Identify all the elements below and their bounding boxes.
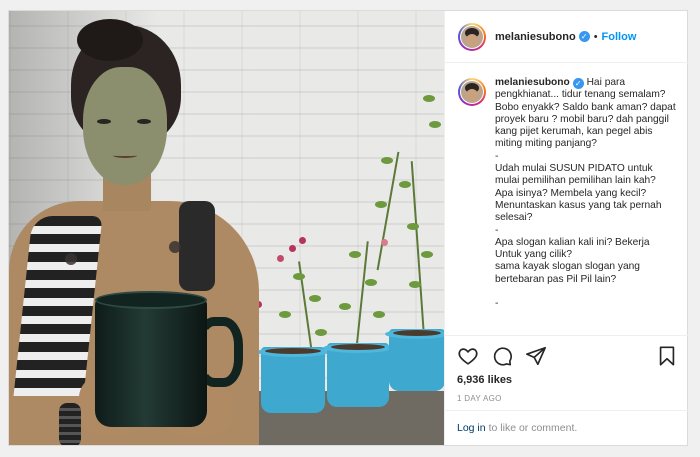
caption-line: kang pijet kerumah, kan pegel abis	[495, 126, 653, 138]
post-header: melaniesubono ✓ • Follow	[445, 11, 688, 63]
instagram-post-embed: melaniesubono ✓ • Follow melaniesubono ✓ …	[8, 10, 688, 446]
heart-icon[interactable]	[457, 345, 479, 367]
caption-line	[495, 286, 676, 298]
caption-avatar[interactable]	[458, 78, 486, 106]
follow-button[interactable]: Follow	[602, 31, 637, 43]
caption-line: -	[495, 224, 499, 236]
person	[9, 11, 269, 445]
verified-badge-icon: ✓	[572, 78, 584, 89]
mug	[95, 297, 207, 427]
login-link[interactable]: Log in	[457, 422, 486, 434]
post-actions: 6,936 likes 1 DAY AGO	[445, 335, 688, 403]
caption-line: selesai?	[495, 212, 533, 224]
caption-line: Bobo enyakk? Saldo bank aman? dapat	[495, 101, 676, 113]
likes-count[interactable]: 6,936 likes	[457, 374, 678, 386]
verified-badge-icon: ✓	[578, 31, 590, 42]
caption-line: pengkhianat... tidur tenang semalam?	[495, 89, 666, 101]
avatar[interactable]	[458, 22, 486, 51]
login-suffix: to like or comment.	[488, 422, 578, 434]
post-side-panel: melaniesubono ✓ • Follow melaniesubono ✓ …	[444, 11, 688, 445]
post-photo[interactable]	[9, 11, 444, 445]
timestamp[interactable]: 1 DAY AGO	[457, 394, 678, 403]
caption-line: -	[495, 150, 499, 162]
caption-text: melaniesubono ✓ Hai para pengkhianat... t…	[495, 77, 676, 335]
caption-line: proyek baru ? mobil baru? dah panggil	[495, 113, 669, 125]
caption-line: bertebaran pas Pil Pil lain?	[495, 273, 617, 285]
caption-username[interactable]: melaniesubono	[495, 77, 570, 88]
post-caption: melaniesubono ✓ Hai para pengkhianat... t…	[445, 63, 688, 335]
bookmark-icon[interactable]	[656, 345, 678, 367]
caption-line: -	[495, 298, 499, 310]
caption-line: Apa isinya? Membela yang kecil?	[495, 187, 647, 199]
caption-line: Menuntaskan kasus yang tak pernah	[495, 199, 662, 211]
caption-line: mulai pemilihan pemilihan lain kah?	[495, 175, 656, 187]
caption-line: miting miting panjang?	[495, 138, 597, 150]
comment-icon[interactable]	[491, 345, 513, 367]
caption-line: Hai para	[586, 77, 626, 88]
header-username[interactable]: melaniesubono	[495, 31, 576, 43]
caption-line: Apa slogan kalian kali ini? Bekerja	[495, 236, 650, 248]
share-icon[interactable]	[525, 345, 547, 367]
caption-line: sama kayak slogan slogan yang	[495, 261, 640, 273]
separator-dot: •	[593, 30, 598, 43]
caption-line: Udah mulai SUSUN PIDATO untuk	[495, 163, 653, 175]
caption-line: Untuk yang cilik?	[495, 249, 573, 261]
login-prompt: Log in to like or comment.	[445, 410, 688, 445]
